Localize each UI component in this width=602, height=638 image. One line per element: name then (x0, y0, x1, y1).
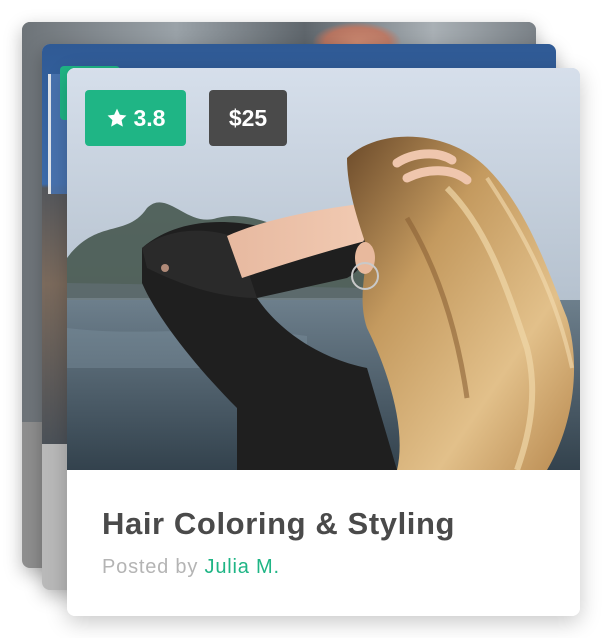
rating-badge: 3.8 (85, 90, 186, 146)
posted-by-label: Posted by (102, 556, 199, 578)
card-body: Hair Coloring & Styling Posted by Julia … (67, 470, 580, 616)
card-title[interactable]: Hair Coloring & Styling (102, 506, 455, 542)
card-stack: 3.8 $25 Hair Coloring & Styling Posted b… (0, 0, 602, 638)
card-meta: Posted by Julia M. (102, 556, 280, 579)
service-card[interactable]: 3.8 $25 Hair Coloring & Styling Posted b… (67, 68, 580, 616)
rating-value: 3.8 (133, 104, 166, 131)
star-icon (106, 107, 128, 129)
price-value: $25 (228, 104, 268, 131)
author-link[interactable]: Julia M. (205, 556, 280, 578)
price-badge: $25 (209, 90, 287, 146)
